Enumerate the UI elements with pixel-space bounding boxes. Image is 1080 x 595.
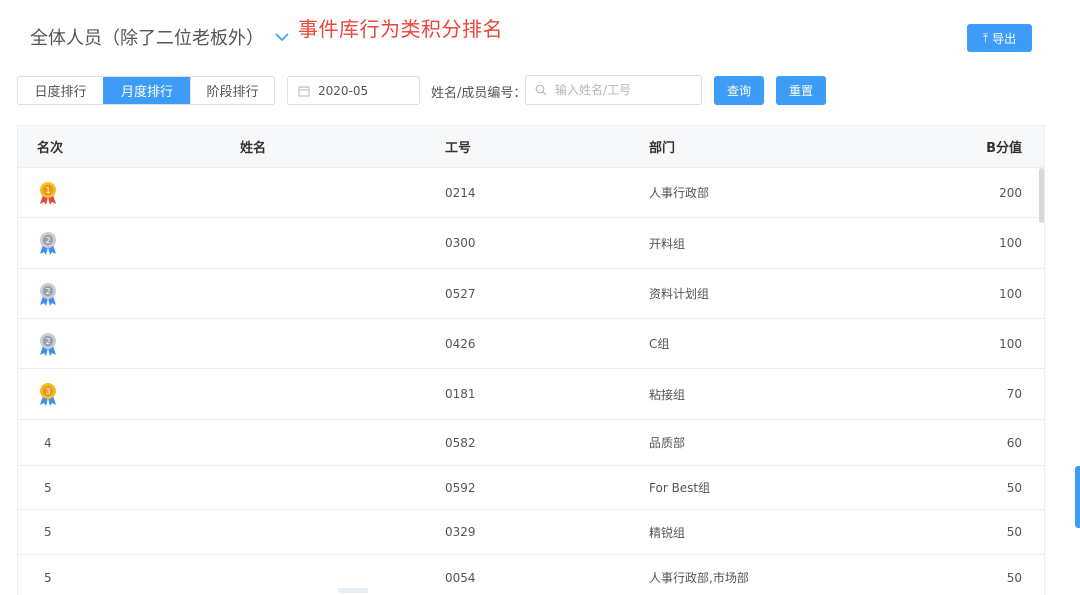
medal-icon: 2 (37, 331, 59, 357)
medal-rank: 3 (45, 387, 50, 396)
id-cell: 0582 (427, 436, 631, 450)
table-row[interactable]: 1 0214人事行政部200 (18, 168, 1044, 218)
ranking-page: 全体人员（除了二位老板外） 事件库行为类积分排名 ⤒ 导出 日度排行 月度排行 … (0, 0, 1080, 595)
table-row[interactable]: 3 0181粘接组70 (18, 369, 1044, 420)
table-row[interactable]: 2 0300开料组100 (18, 218, 1044, 269)
id-cell: 0181 (427, 387, 631, 401)
medal-rank: 2 (45, 287, 50, 296)
dept-cell: 开料组 (631, 235, 931, 252)
calendar-icon (298, 85, 310, 97)
id-cell: 0426 (427, 337, 631, 351)
id-cell: 0054 (427, 571, 631, 585)
rank-value: 5 (37, 481, 52, 495)
period-tabs: 日度排行 月度排行 阶段排行 (17, 76, 275, 105)
dept-cell: 资料计划组 (631, 285, 931, 302)
dept-cell: 精锐组 (631, 524, 931, 541)
dept-cell: 品质部 (631, 434, 931, 451)
medal-rank: 2 (45, 236, 50, 245)
col-name: 姓名 (223, 137, 427, 156)
rank-value: 4 (37, 436, 52, 450)
score-cell: 200 (931, 186, 1044, 200)
col-id: 工号 (427, 137, 631, 156)
dept-cell: 人事行政部 (631, 184, 931, 201)
score-cell: 50 (931, 525, 1044, 539)
export-label: 导出 (992, 30, 1016, 47)
rank-cell: 3 (18, 381, 223, 407)
table-row[interactable]: 5 0592For Best组50 (18, 466, 1044, 510)
upload-icon: ⤒ (983, 31, 988, 46)
table-row[interactable]: 4 0582品质部60 (18, 420, 1044, 466)
dept-cell: 粘接组 (631, 386, 931, 403)
dept-cell: C组 (631, 335, 931, 352)
scope-label: 全体人员（除了二位老板外） (30, 24, 264, 50)
scope-dropdown[interactable]: 全体人员（除了二位老板外） (30, 24, 290, 50)
table-header: 名次 姓名 工号 部门 B分值 (18, 126, 1044, 168)
col-dept: 部门 (631, 137, 931, 156)
medal-icon: 3 (37, 381, 59, 407)
rank-cell: 2 (18, 281, 223, 307)
month-value: 2020-05 (318, 84, 368, 98)
reset-button[interactable]: 重置 (776, 76, 826, 105)
search-input[interactable] (553, 82, 693, 98)
search-label: 姓名/成员编号： (431, 82, 526, 101)
id-cell: 0527 (427, 287, 631, 301)
col-rank: 名次 (18, 137, 223, 156)
score-cell: 100 (931, 337, 1044, 351)
search-field[interactable] (525, 75, 702, 105)
tab-daily[interactable]: 日度排行 (18, 77, 103, 104)
rank-cell: 2 (18, 230, 223, 256)
table-scrollbar[interactable] (1039, 168, 1044, 223)
page-title: 事件库行为类积分排名 (298, 13, 503, 42)
rank-cell: 5 (18, 525, 223, 539)
score-cell: 50 (931, 571, 1044, 585)
table-row[interactable]: 5 0329精锐组50 (18, 510, 1044, 555)
medal-icon: 2 (37, 230, 59, 256)
bottom-handle (338, 588, 368, 593)
rank-value: 5 (37, 571, 52, 585)
medal-icon: 1 (37, 180, 59, 206)
score-cell: 50 (931, 481, 1044, 495)
query-button[interactable]: 查询 (714, 76, 764, 105)
dept-cell: 人事行政部,市场部 (631, 569, 931, 586)
rank-value: 5 (37, 525, 52, 539)
score-cell: 100 (931, 287, 1044, 301)
rank-cell: 1 (18, 180, 223, 206)
month-picker[interactable]: 2020-05 (287, 76, 420, 105)
id-cell: 0592 (427, 481, 631, 495)
score-cell: 60 (931, 436, 1044, 450)
col-score: B分值 (931, 137, 1044, 156)
export-button[interactable]: ⤒ 导出 (967, 24, 1032, 52)
tab-monthly[interactable]: 月度排行 (103, 77, 190, 104)
score-cell: 100 (931, 236, 1044, 250)
medal-rank: 2 (45, 337, 50, 346)
search-icon (535, 84, 547, 96)
rank-cell: 2 (18, 331, 223, 357)
rank-cell: 5 (18, 481, 223, 495)
medal-icon: 2 (37, 281, 59, 307)
medal-rank: 1 (45, 186, 50, 195)
score-cell: 70 (931, 387, 1044, 401)
tab-period[interactable]: 阶段排行 (190, 77, 274, 104)
table-row[interactable]: 2 0527资料计划组100 (18, 269, 1044, 319)
id-cell: 0329 (427, 525, 631, 539)
table-row[interactable]: 2 0426C组100 (18, 319, 1044, 369)
table-body: 10214人事行政部20020300开料组10020527资料计划组100204… (18, 168, 1044, 595)
id-cell: 0214 (427, 186, 631, 200)
chevron-down-icon (274, 29, 290, 45)
dept-cell: For Best组 (631, 479, 931, 496)
ranking-table: 名次 姓名 工号 部门 B分值 10214人事行政部20020300开料组100… (17, 125, 1045, 595)
side-tab[interactable] (1075, 466, 1080, 528)
id-cell: 0300 (427, 236, 631, 250)
rank-cell: 4 (18, 436, 223, 450)
rank-cell: 5 (18, 571, 223, 585)
table-row[interactable]: 5 0054人事行政部,市场部50 (18, 555, 1044, 595)
